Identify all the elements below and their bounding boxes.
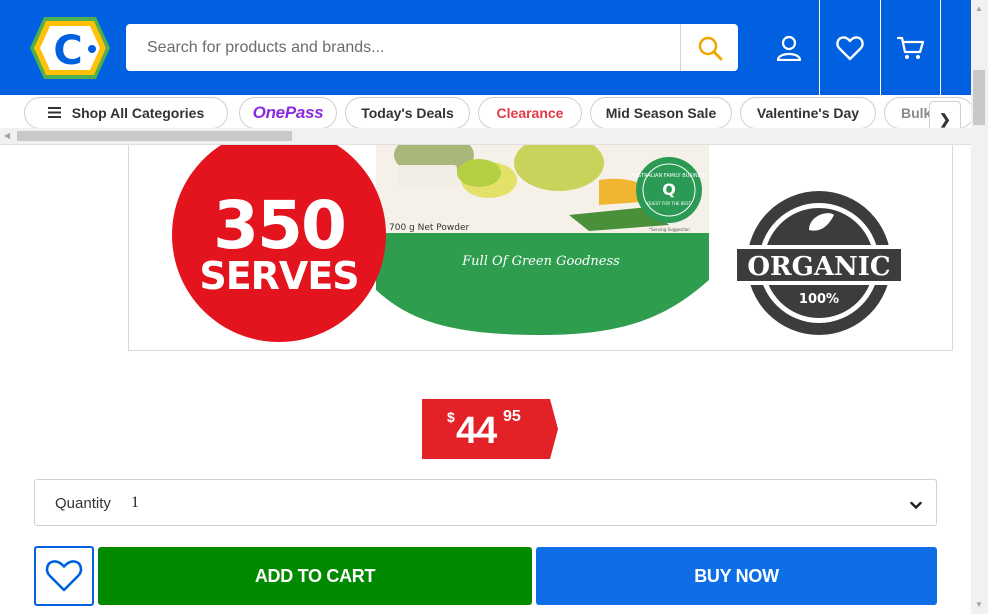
net-weight: 700 g Net Powder [389, 223, 469, 233]
quantity-label: Quantity [55, 495, 111, 512]
organic-percent: 100% [799, 292, 839, 307]
organic-word: ORGANIC [747, 252, 890, 282]
category-mid-season-sale[interactable]: Mid Season Sale [590, 97, 732, 129]
pouch-tagline: Full Of Green Goodness [461, 254, 620, 269]
chevron-right-icon: ❯ [939, 110, 951, 127]
page: C Search for products and brands... Shop… [0, 0, 988, 614]
category-label: Clearance [496, 105, 564, 121]
scroll-left-arrow-icon[interactable]: ◀ [4, 131, 10, 140]
search-input[interactable] [126, 24, 680, 71]
quantity-select[interactable]: Quantity 1 [34, 479, 937, 526]
site-header: C [0, 0, 971, 95]
search-bar [126, 24, 738, 71]
catch-logo-icon[interactable]: C [30, 17, 110, 79]
scroll-up-arrow-icon[interactable]: ▲ [975, 4, 983, 13]
cart-button[interactable] [880, 0, 941, 95]
category-clearance[interactable]: Clearance [478, 97, 582, 129]
heart-icon [836, 35, 864, 60]
wishlist-button[interactable] [819, 0, 880, 95]
badge-word: SERVES [199, 254, 358, 298]
account-icon [776, 35, 801, 61]
seal-text: AUSTRALIAN FAMILY BUSINESS [631, 173, 707, 179]
category-label: OnePass [252, 103, 324, 122]
price-currency: $ [447, 409, 455, 425]
menu-icon [47, 105, 61, 121]
category-onepass[interactable]: OnePass [239, 97, 337, 129]
category-label: Today's Deals [361, 105, 454, 121]
product-image: AUSTRALIAN FAMILY BUSINESS QUEST FOR THE… [128, 145, 953, 351]
badge-number: 350 [213, 187, 345, 264]
search-icon [698, 36, 722, 60]
category-label: Mid Season Sale [605, 105, 717, 121]
add-to-cart-button[interactable]: ADD TO CART [98, 547, 532, 605]
category-label: Bulk [901, 105, 932, 121]
category-label: Valentine's Day [756, 105, 860, 121]
serving-note: *Serving Suggestion [649, 227, 690, 232]
shop-all-categories-button[interactable]: Shop All Categories [24, 97, 228, 129]
chevron-down-icon [910, 497, 922, 515]
price-cents: 95 [503, 408, 521, 425]
search-button[interactable] [680, 24, 738, 71]
horizontal-scrollbar-thumb[interactable] [17, 131, 292, 141]
vertical-scrollbar[interactable]: ▲ ▼ [971, 0, 988, 614]
category-label: Shop All Categories [71, 105, 205, 121]
account-button[interactable] [758, 0, 819, 95]
category-todays-deals[interactable]: Today's Deals [345, 97, 470, 129]
quantity-value: 1 [131, 494, 139, 511]
heart-icon [45, 560, 83, 592]
cart-icon [896, 36, 924, 59]
category-valentines-day[interactable]: Valentine's Day [740, 97, 876, 129]
logo-letter: C [53, 28, 82, 74]
price-dollars: 44 [456, 410, 497, 452]
buy-now-button[interactable]: BUY NOW [536, 547, 937, 605]
seal-inner-text: QUEST FOR THE BEST [647, 201, 691, 206]
horizontal-scrollbar[interactable]: ◀ [0, 128, 971, 144]
svg-text:Q: Q [662, 180, 676, 199]
vertical-scrollbar-thumb[interactable] [973, 70, 985, 125]
scroll-down-arrow-icon[interactable]: ▼ [975, 600, 983, 609]
add-to-wishlist-button[interactable] [34, 546, 94, 606]
